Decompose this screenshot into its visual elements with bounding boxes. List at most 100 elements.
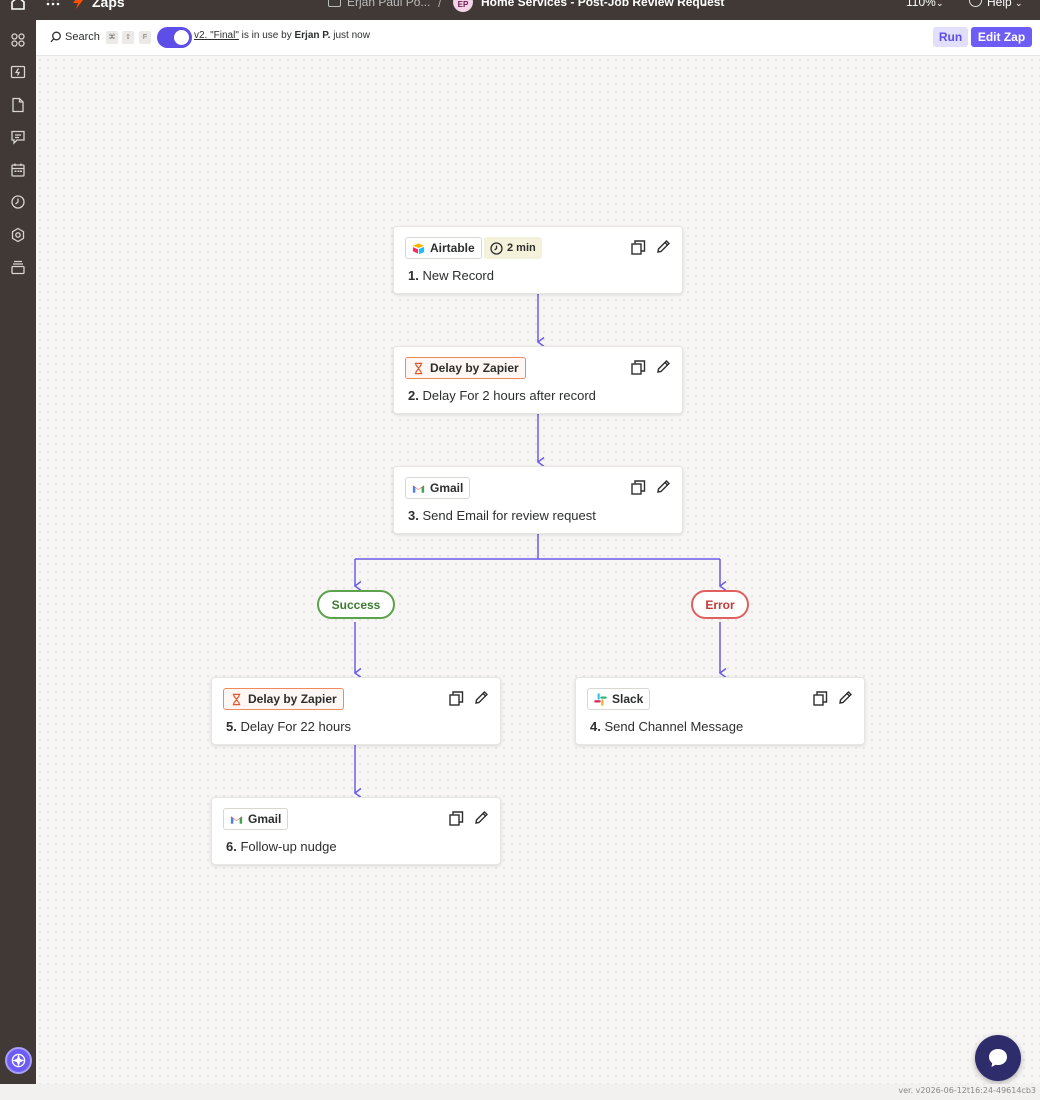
toggle-knob (174, 30, 189, 45)
branch-success[interactable]: Success (317, 590, 395, 619)
step-title-text: Delay For 2 hours after record (422, 388, 596, 403)
copy-icon[interactable] (813, 691, 828, 706)
zaps-link[interactable]: Zaps (92, 0, 125, 10)
step-card-3[interactable]: Gmail 3. Send Email for review request (393, 466, 683, 534)
step-card-1[interactable]: Airtable 2 min 1. New Record (393, 226, 683, 294)
edit-pencil-icon[interactable] (838, 690, 853, 705)
chat-bubble-icon (989, 1049, 1007, 1067)
step-number: 4. (590, 719, 601, 734)
version-status: v2. "Final" is in use by Erjan P. just n… (194, 30, 370, 41)
history-icon[interactable] (10, 194, 26, 210)
help-icon[interactable] (969, 0, 982, 7)
clock-icon (490, 241, 503, 255)
document-icon[interactable] (10, 97, 26, 113)
step-title: 2. Delay For 2 hours after record (408, 388, 596, 403)
copy-icon[interactable] (631, 360, 646, 375)
chevron-down-icon[interactable]: ⌄ (936, 0, 944, 9)
app-name: Delay by Zapier (248, 692, 337, 706)
step-card-2[interactable]: Delay by Zapier 2. Delay For 2 hours aft… (393, 346, 683, 414)
settings-icon[interactable] (10, 227, 26, 243)
home-icon[interactable] (10, 0, 26, 10)
version-user: Erjan P. (294, 30, 331, 41)
apps-grid-icon[interactable] (46, 0, 60, 7)
search-button[interactable]: Search (65, 31, 100, 43)
edit-zap-button[interactable]: Edit Zap (971, 27, 1032, 47)
shortcut-key-cmd: ⌘ (106, 31, 118, 44)
zap-on-toggle[interactable] (157, 27, 192, 48)
apps-icon[interactable] (10, 32, 26, 48)
step-number: 5. (226, 719, 237, 734)
support-chat-button[interactable] (975, 1035, 1021, 1081)
airtable-icon (412, 242, 425, 255)
step-card-6[interactable]: Gmail 6. Follow-up nudge (211, 797, 501, 865)
search-icon[interactable] (50, 31, 62, 43)
help-menu[interactable]: Help (987, 0, 1012, 9)
step-title: 3. Send Email for review request (408, 508, 596, 523)
edit-pencil-icon[interactable] (656, 359, 671, 374)
edit-pencil-icon[interactable] (656, 239, 671, 254)
gmail-icon (412, 482, 425, 495)
build-version: ver. v2026-06-12t16:24-49614cb3 (898, 1086, 1036, 1095)
folder-breadcrumb[interactable]: Erjan Paul Po... (347, 0, 430, 9)
hourglass-icon (412, 362, 425, 375)
step-title-text: New Record (422, 268, 494, 283)
run-button[interactable]: Run (933, 27, 968, 47)
step-card-5[interactable]: Delay by Zapier 5. Delay For 22 hours (211, 677, 501, 745)
polling-time-badge: 2 min (484, 237, 542, 259)
app-name: Slack (612, 692, 644, 706)
chevron-down-icon[interactable]: ⌄ (701, 0, 709, 9)
chat-icon[interactable] (10, 129, 26, 145)
polling-time: 2 min (507, 242, 536, 254)
step-card-4[interactable]: Slack 4. Send Channel Message (575, 677, 865, 745)
left-sidebar (0, 20, 36, 1084)
step-title-text: Send Email for review request (422, 508, 596, 523)
shortcut-key-shift: ⇧ (122, 31, 134, 44)
edit-pencil-icon[interactable] (474, 810, 489, 825)
app-pill-airtable: Airtable (405, 237, 482, 259)
step-title: 4. Send Channel Message (590, 719, 743, 734)
workflow-canvas[interactable] (36, 56, 1040, 1084)
slack-icon (594, 692, 607, 706)
step-number: 6. (226, 839, 237, 854)
app-pill-slack: Slack (587, 688, 651, 710)
hourglass-icon (230, 693, 243, 706)
app-pill-delay: Delay by Zapier (405, 357, 526, 379)
step-title-text: Delay For 22 hours (240, 719, 352, 734)
step-title: 1. New Record (408, 268, 494, 283)
step-number: 3. (408, 508, 419, 523)
edit-pencil-icon[interactable] (656, 479, 671, 494)
copy-icon[interactable] (449, 691, 464, 706)
folder-icon (328, 0, 341, 7)
zapier-bolt-icon (73, 0, 83, 9)
zoom-level[interactable]: 110% (906, 0, 936, 9)
gmail-icon (230, 813, 243, 826)
edit-pencil-icon[interactable] (474, 690, 489, 705)
app-name: Gmail (248, 812, 282, 826)
footer-bar: ver. v2026-06-12t16:24-49614cb3 (0, 1084, 1040, 1100)
copy-icon[interactable] (631, 480, 646, 495)
version-status-text: is in use by (238, 30, 295, 41)
branch-error[interactable]: Error (691, 590, 749, 619)
version-link[interactable]: v2. "Final" (194, 30, 239, 41)
zap-folder-icon[interactable] (10, 64, 26, 80)
top-bar: Zaps Erjan Paul Po... / EP Home Services… (0, 0, 1040, 20)
archive-icon[interactable] (10, 259, 26, 275)
step-title: 5. Delay For 22 hours (226, 719, 351, 734)
app-name: Gmail (430, 481, 464, 495)
step-title-text: Follow-up nudge (240, 839, 337, 854)
avatar: EP (453, 0, 473, 12)
zap-name-title[interactable]: Home Services - Post-Job Review Request (481, 0, 724, 9)
app-pill-gmail: Gmail (405, 477, 471, 499)
calendar-icon[interactable] (10, 162, 26, 178)
app-name: Airtable (430, 241, 475, 255)
copilot-icon[interactable] (5, 1047, 32, 1074)
app-pill-delay: Delay by Zapier (223, 688, 344, 710)
step-title: 6. Follow-up nudge (226, 839, 337, 854)
copy-icon[interactable] (631, 240, 646, 255)
chevron-down-icon[interactable]: ⌄ (1015, 0, 1023, 9)
shortcut-key-f: F (139, 31, 151, 44)
copy-icon[interactable] (449, 811, 464, 826)
version-time: just now (330, 30, 370, 41)
breadcrumb-separator: / (438, 0, 442, 10)
app-name: Delay by Zapier (430, 361, 519, 375)
